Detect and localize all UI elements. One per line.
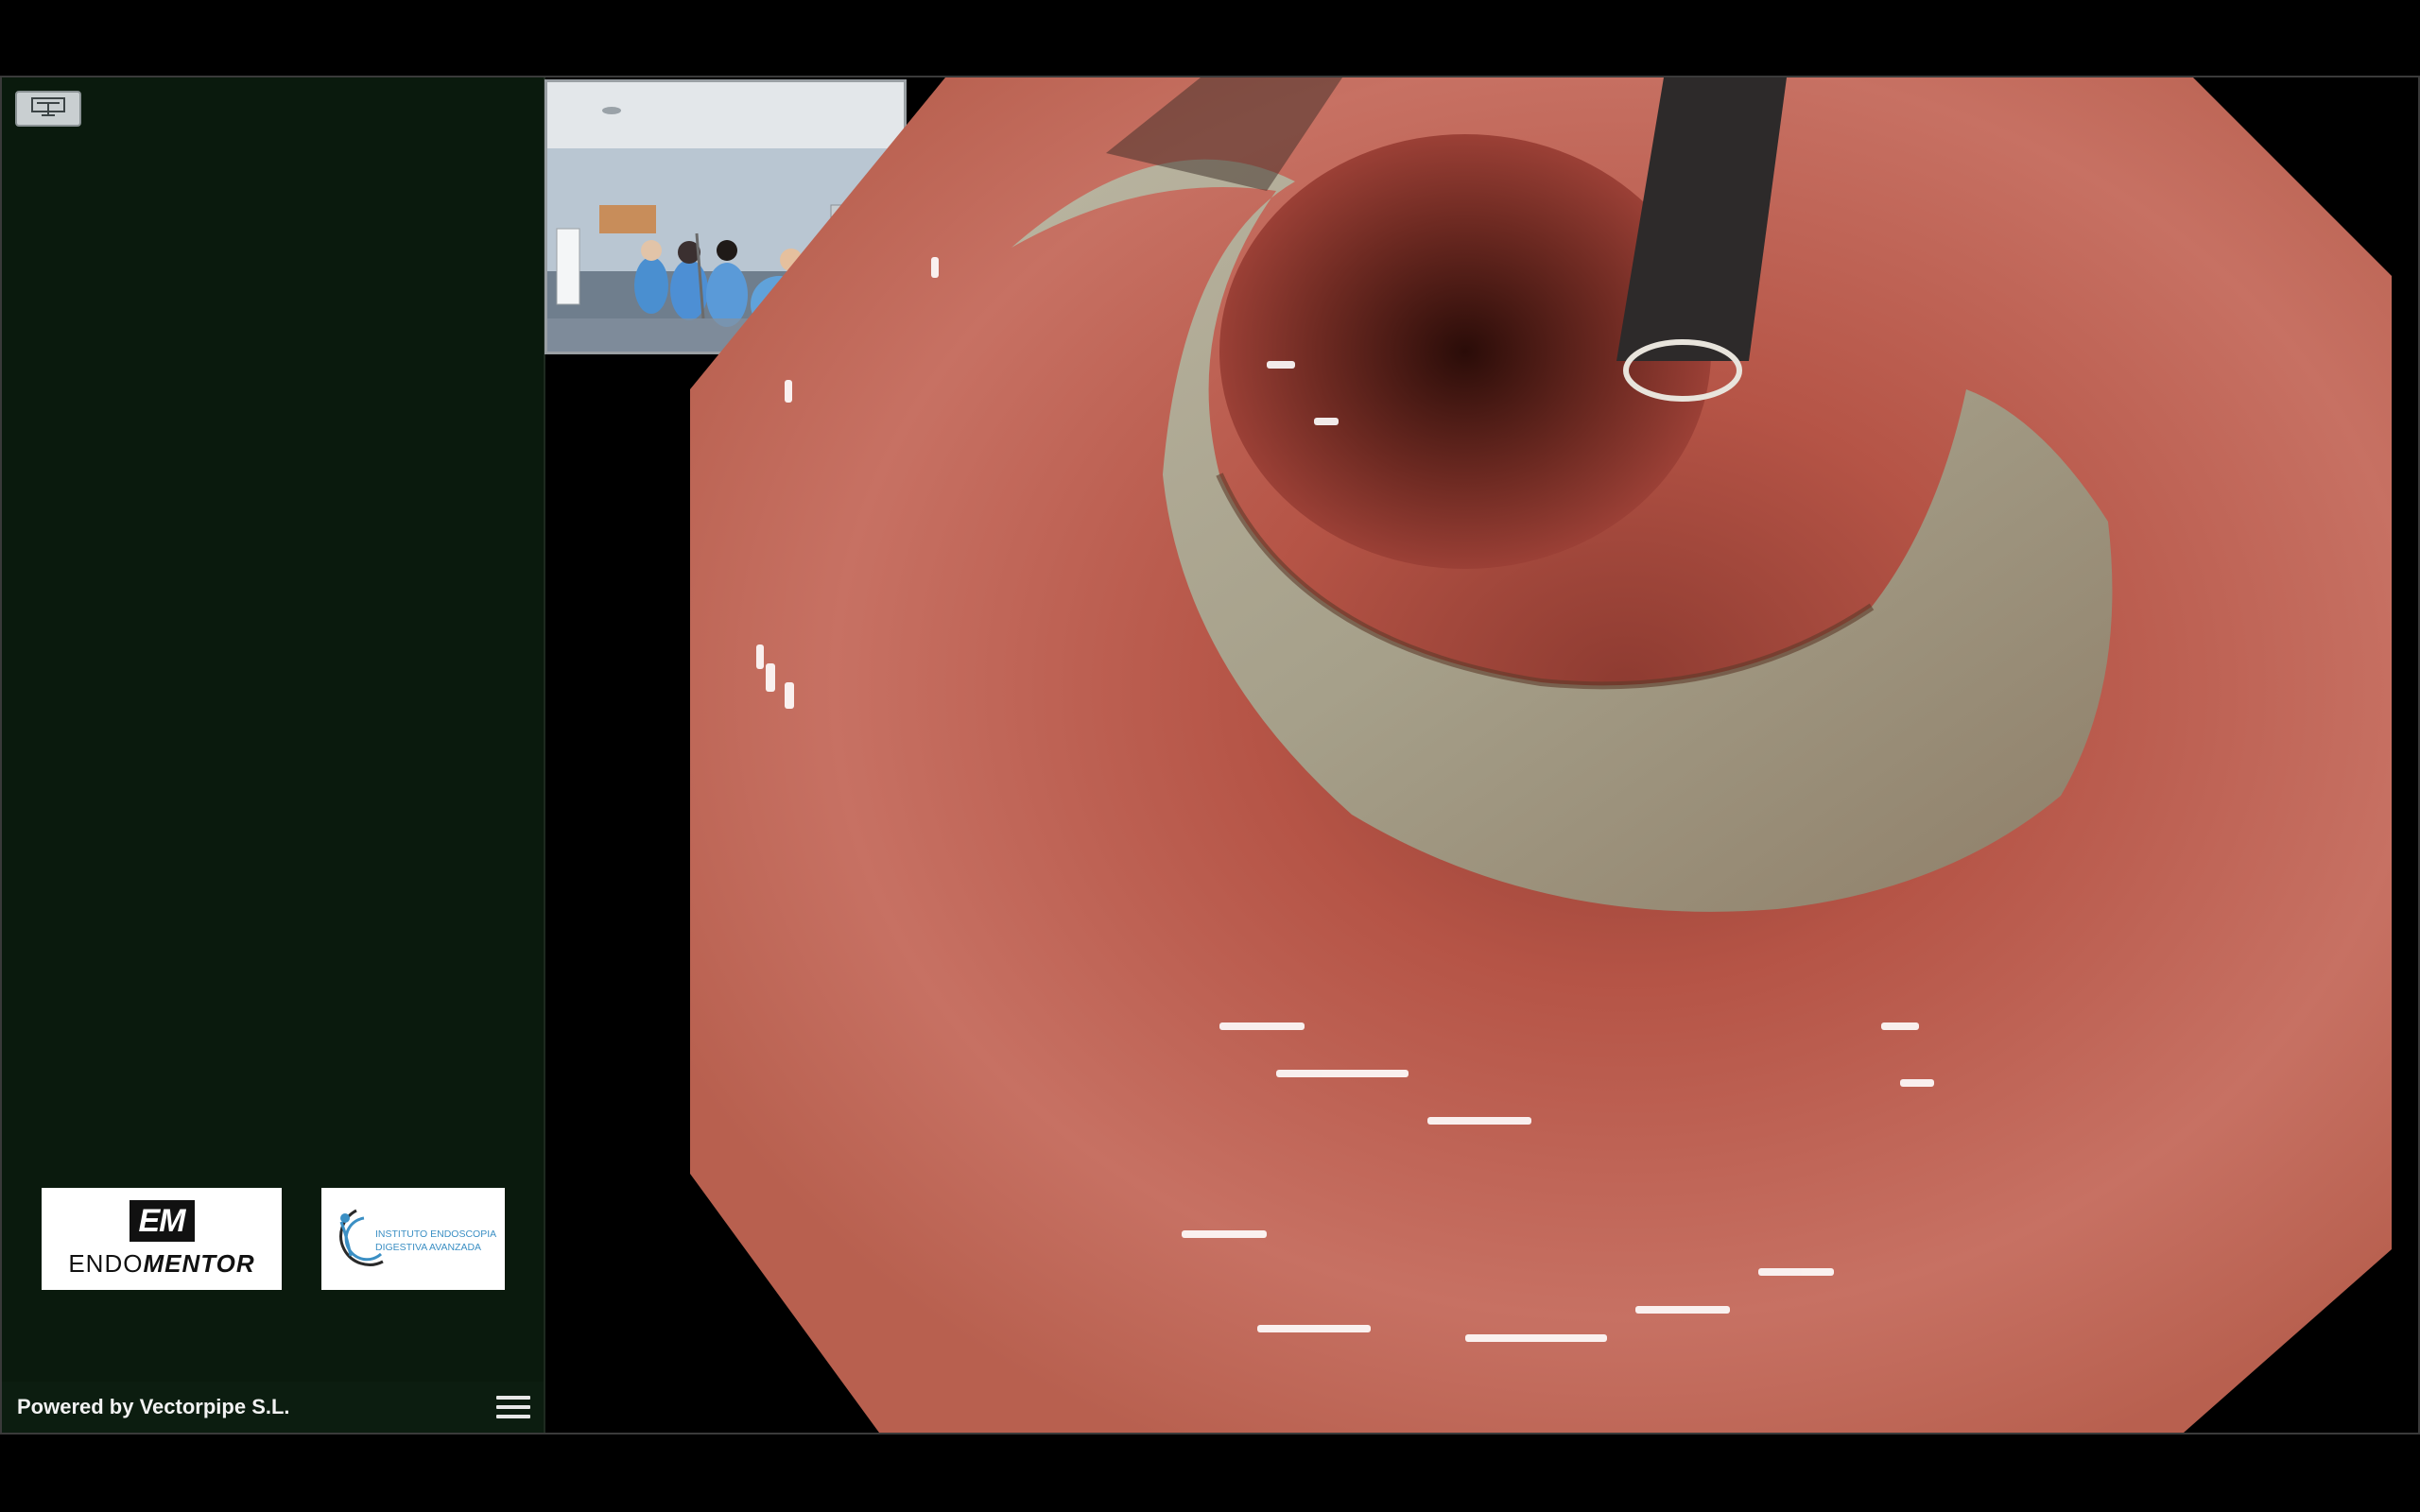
endomentor-mark: EM	[129, 1199, 195, 1242]
svg-text:DIGESTIVA AVANZADA: DIGESTIVA AVANZADA	[375, 1242, 481, 1253]
hamburger-menu-icon[interactable]	[496, 1396, 530, 1418]
top-letterbox	[0, 0, 2420, 76]
instituto-logo-graphic: INSTITUTO ENDOSCOPIA DIGESTIVA AVANZADA	[339, 1209, 496, 1266]
cast-button[interactable]	[15, 91, 81, 127]
endoscopy-image	[690, 77, 2392, 1433]
powered-by-label: Powered by Vectorpipe S.L.	[17, 1395, 290, 1418]
instituto-logo: INSTITUTO ENDOSCOPIA DIGESTIVA AVANZADA	[321, 1188, 505, 1290]
endomentor-wordmark: ENDOMENTOR	[68, 1248, 255, 1278]
cast-icon	[29, 95, 67, 123]
footer-bar: Powered by Vectorpipe S.L.	[2, 1382, 544, 1433]
bottom-letterbox	[0, 1435, 2420, 1512]
endomentor-logo: EM ENDOMENTOR	[42, 1188, 282, 1290]
endoscopy-video-view[interactable]	[690, 77, 2392, 1433]
svg-text:INSTITUTO ENDOSCOPIA: INSTITUTO ENDOSCOPIA	[375, 1228, 496, 1240]
